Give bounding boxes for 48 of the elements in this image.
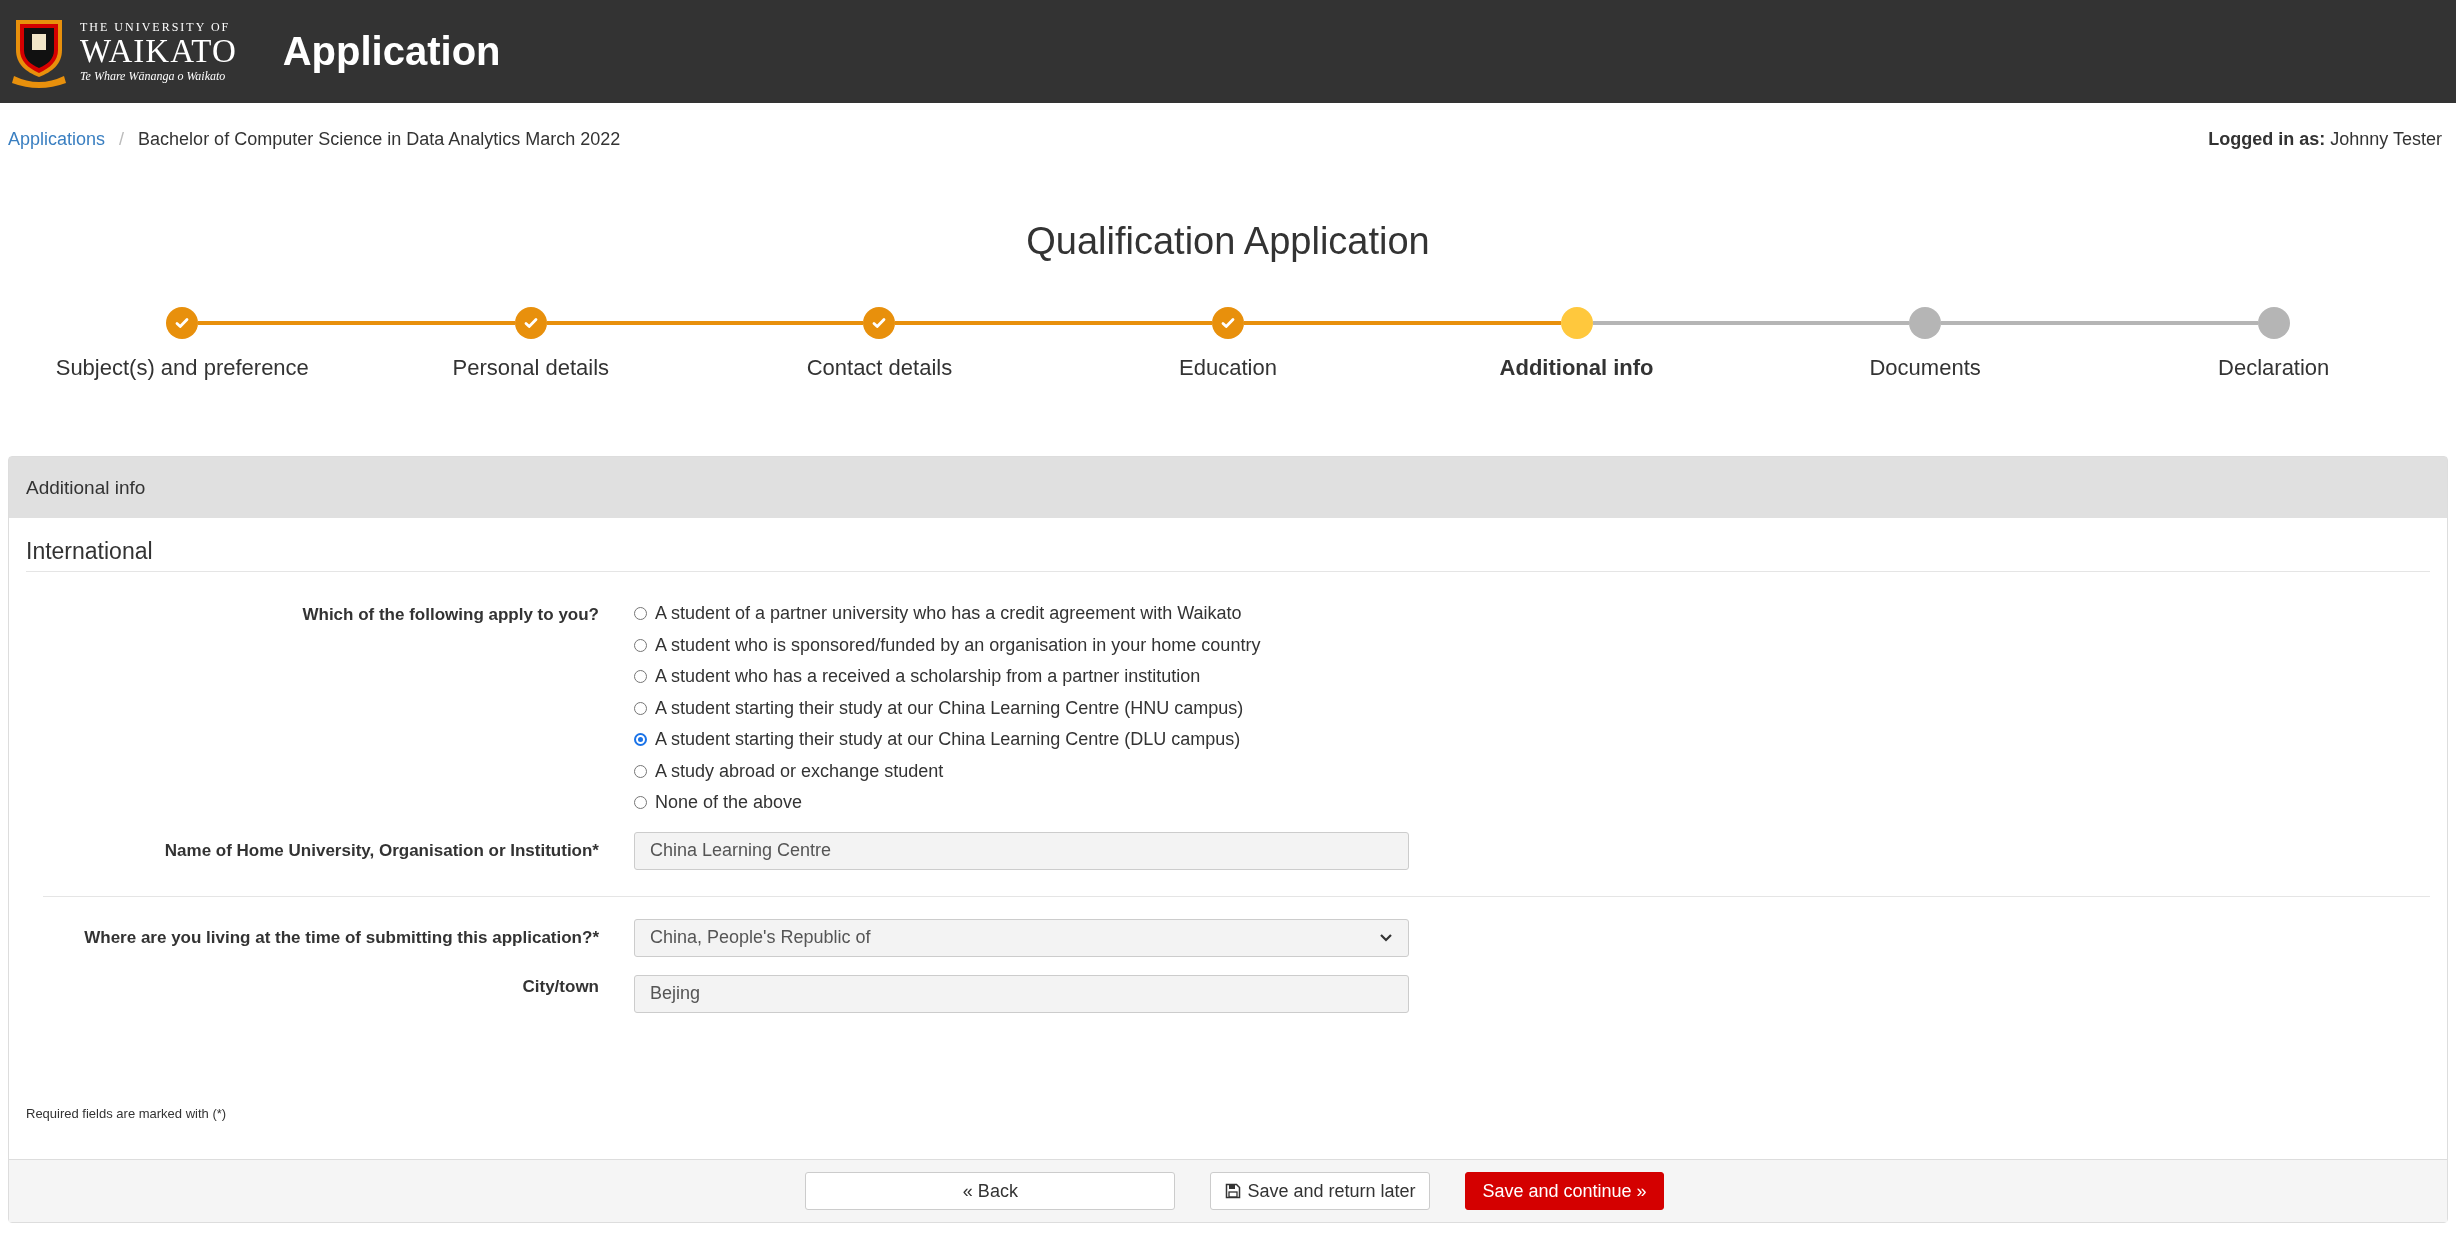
- panel-title: Additional info: [26, 476, 146, 499]
- breadcrumb-separator: /: [119, 129, 125, 150]
- university-label: THE UNIVERSITY OF: [80, 21, 232, 33]
- radio-button[interactable]: [634, 638, 647, 652]
- university-name: WAIKATO: [80, 35, 237, 68]
- radio-button[interactable]: [634, 670, 647, 684]
- institution-input[interactable]: China Learning Centre: [634, 831, 1409, 870]
- page-title: Qualification Application: [1025, 220, 1431, 263]
- step-label: Contact details: [806, 355, 953, 381]
- check-icon: [522, 315, 539, 331]
- radio-button[interactable]: [634, 733, 647, 747]
- question-label: Which of the following apply to you?: [301, 604, 599, 625]
- radio-label: A student starting their study at our China Learning Centre (DLU campus): [655, 729, 1241, 751]
- step-label: Declaration: [2218, 355, 2330, 381]
- chevron-down-icon: [1379, 932, 1393, 943]
- radio-button[interactable]: [634, 764, 647, 778]
- breadcrumb-current: Bachelor of Computer Science in Data Analytics March 2022: [138, 129, 621, 150]
- radio-label: None of the above: [655, 792, 803, 814]
- section-heading: International: [26, 538, 2430, 572]
- save-continue-button[interactable]: Save and continue »: [1465, 1172, 1664, 1210]
- check-icon: [1220, 315, 1236, 331]
- step-label: Personal details: [452, 355, 610, 381]
- required-note: Required fields are marked with (*): [26, 1106, 228, 1121]
- city-input[interactable]: Bejing: [634, 974, 1409, 1013]
- check-icon: [871, 315, 888, 331]
- back-button[interactable]: « Back: [805, 1172, 1176, 1210]
- app-title: Application: [282, 29, 501, 74]
- step-label: Education: [1179, 355, 1277, 381]
- step-label: Documents: [1869, 355, 1981, 381]
- step-label: Subject(s) and preference: [55, 355, 309, 381]
- breadcrumb-link[interactable]: Applications: [8, 129, 106, 150]
- field-label: Name of Home University, Organisation or Institution*: [163, 839, 599, 861]
- radio-label: A study abroad or exchange student: [655, 760, 944, 782]
- field-label: City/town: [521, 975, 599, 997]
- radio-button[interactable]: [634, 796, 647, 810]
- radio-label: A student who is sponsored/funded by an organisation in your home country: [655, 634, 1261, 656]
- radio-label: A student starting their study at our China Learning Centre (HNU campus): [655, 697, 1244, 719]
- radio-button[interactable]: [634, 607, 647, 621]
- country-dropdown[interactable]: China, People's Republic of: [634, 918, 1409, 957]
- step-label: Additional info: [1499, 355, 1654, 381]
- radio-label: A student who has a received a scholarship from a partner institution: [655, 666, 1201, 688]
- radio-label: A student of a partner university who has a credit agreement with Waikato: [655, 603, 1242, 625]
- save-later-button[interactable]: Save and return later: [1210, 1172, 1431, 1210]
- check-icon: [174, 315, 191, 331]
- radio-button[interactable]: [634, 701, 647, 715]
- field-label: Where are you living at the time of submitting this application?*: [83, 926, 599, 948]
- university-motto: Te Whare Wānanga o Waikato: [80, 70, 227, 82]
- logged-in-text: Logged in as: Johnny Tester: [2208, 129, 2442, 150]
